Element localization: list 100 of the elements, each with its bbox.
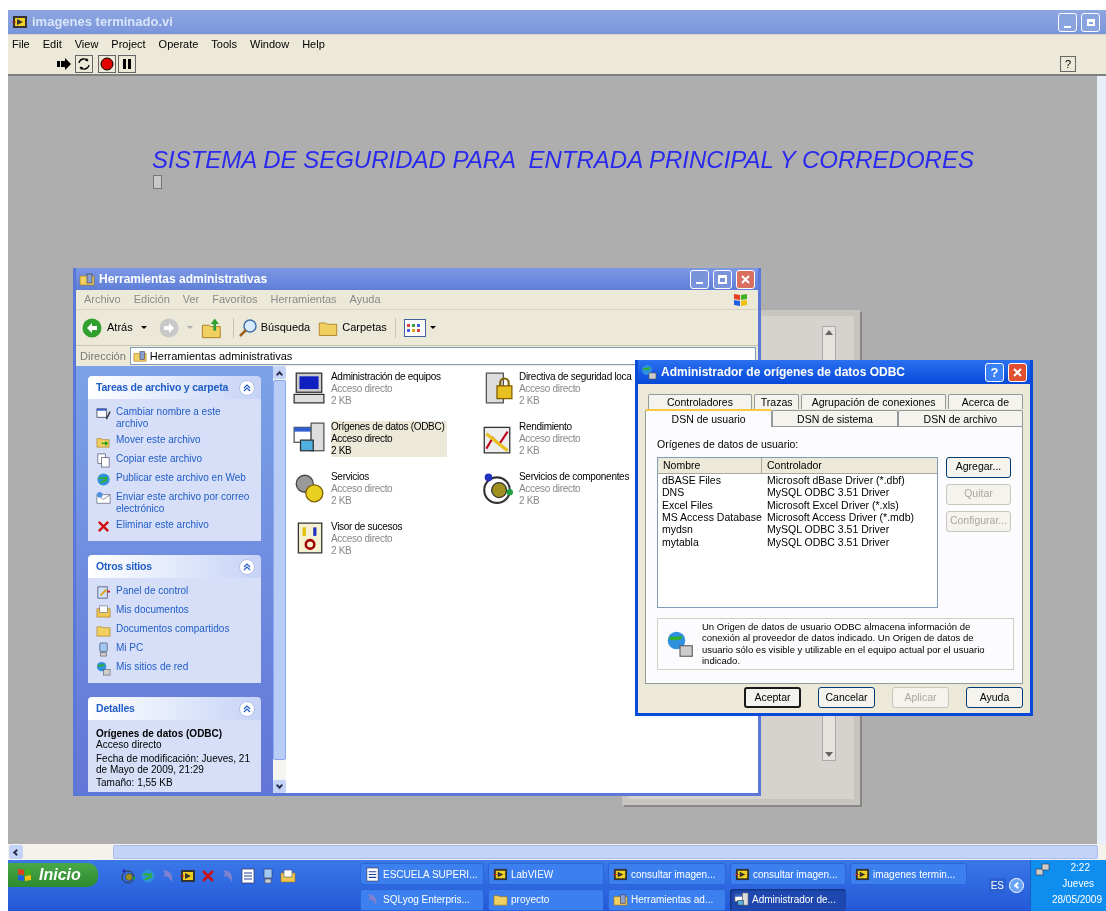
scroll-thumb[interactable]	[113, 845, 1098, 859]
dropdown-icon[interactable]	[140, 326, 147, 329]
address-field[interactable]: Herramientas administrativas	[129, 347, 756, 365]
tab[interactable]: Controladores	[648, 394, 752, 409]
data-source-list[interactable]	[657, 456, 938, 608]
scroll-up-icon[interactable]	[273, 366, 286, 379]
stop-icon[interactable]	[98, 54, 116, 73]
menu-item[interactable]: Help	[302, 35, 325, 53]
task-link[interactable]: Panel de control	[116, 585, 189, 597]
taskbar-button[interactable]: Herramientas ad...	[608, 888, 726, 911]
help-button[interactable]: ?	[985, 362, 1004, 382]
task-link[interactable]: Cambiar nombre a este archivo	[116, 406, 253, 430]
table-cell[interactable]: MS Access Database	[658, 510, 762, 524]
task-link[interactable]: Copiar este archivo	[116, 453, 203, 465]
run-continuous-icon[interactable]	[75, 54, 93, 73]
taskbar-button[interactable]: proyecto	[488, 888, 604, 911]
tab[interactable]: DSN de archivo	[897, 410, 1023, 426]
table-cell[interactable]: Microsoft Excel Driver (*.xls)	[762, 498, 899, 511]
scroll-down-icon[interactable]	[825, 752, 833, 757]
table-cell[interactable]: Microsoft Access Driver (*.mdb)	[762, 510, 915, 524]
table-cell[interactable]: mydsn	[658, 523, 762, 536]
menu-item[interactable]: Window	[250, 35, 290, 53]
folder-up-icon[interactable]	[200, 316, 223, 339]
shortcut-entry[interactable]: Servicios Acceso directo 2 KB	[331, 471, 396, 507]
tab[interactable]: DSN de usuario	[645, 409, 773, 427]
column-header[interactable]: Controlador	[762, 457, 937, 473]
table-cell[interactable]: MySQL ODBC 3.51 Driver	[762, 486, 890, 499]
shortcut-entry[interactable]: Servicios de componentes Acceso directo 2 KB	[519, 471, 633, 507]
maximize-button[interactable]	[713, 269, 732, 289]
close-button[interactable]	[736, 269, 755, 289]
table-cell[interactable]: dBASE Files	[658, 473, 762, 487]
tab[interactable]: Trazas	[753, 394, 800, 409]
shortcut-entry[interactable]: Visor de sucesos Acceso directo 2 KB	[331, 521, 406, 557]
pause-icon[interactable]	[118, 54, 136, 73]
panel-header[interactable]: Detalles	[88, 697, 261, 720]
task-link[interactable]: Publicar este archivo en Web	[116, 472, 246, 484]
dropdown-icon[interactable]	[429, 326, 436, 329]
start-button[interactable]: Inicio	[8, 863, 98, 887]
task-link[interactable]: Mis documentos	[116, 604, 189, 616]
table-cell[interactable]: Excel Files	[658, 498, 762, 511]
tab[interactable]: Acerca de	[947, 394, 1023, 409]
shortcut-entry[interactable]: Administración de equipos Acceso directo 2 KB	[331, 371, 444, 407]
language-indicator[interactable]: ES	[988, 878, 1006, 893]
menu-item[interactable]: Tools	[211, 35, 238, 53]
panel-header[interactable]: Otros sitios	[88, 555, 261, 578]
collapse-icon[interactable]	[239, 558, 255, 575]
task-link[interactable]: Eliminar este archivo	[116, 519, 209, 531]
table-cell[interactable]: MySQL ODBC 3.51 Driver	[762, 535, 890, 549]
menu-item[interactable]: Project	[111, 35, 146, 53]
computer-icon	[260, 868, 276, 884]
folder-icon	[493, 892, 508, 907]
taskbar-button[interactable]: Administrador de...	[730, 888, 846, 911]
scroll-thumb[interactable]	[273, 380, 286, 760]
taskbar-button[interactable]: ESCUELA SUPERI...	[360, 863, 484, 885]
horizontal-scrollbar[interactable]	[8, 844, 1106, 860]
back-button[interactable]: Atrás	[82, 317, 133, 338]
panel-header[interactable]: Tareas de archivo y carpeta	[88, 376, 261, 399]
taskbar-button[interactable]: SQLyog Enterpris...	[360, 888, 484, 911]
scroll-left-icon[interactable]	[9, 845, 23, 859]
table-cell[interactable]: mytabla	[658, 535, 762, 549]
table-cell[interactable]: Microsoft dBase Driver (*.dbf)	[762, 473, 905, 487]
taskbar-button[interactable]: LabVIEW	[488, 863, 604, 885]
item-type: Acceso directo	[331, 433, 394, 445]
detail-modified: Fecha de modificación: Jueves, 21 de Mayo de 2009, 21:29	[96, 753, 251, 775]
close-button[interactable]	[1008, 362, 1027, 382]
dialog-button[interactable]: Cancelar	[818, 687, 875, 708]
task-link[interactable]: Mi PC	[116, 642, 144, 654]
taskbar-button[interactable]: imagenes termin...	[850, 863, 967, 885]
tab[interactable]: Agrupación de conexiones	[801, 394, 946, 409]
search-button[interactable]: Búsqueda	[232, 317, 311, 338]
task-link[interactable]: Mover este archivo	[116, 434, 201, 446]
dialog-button[interactable]: Ayuda	[966, 687, 1023, 708]
column-header[interactable]: Nombre	[658, 457, 762, 473]
collapse-icon[interactable]	[239, 379, 255, 396]
dialog-button[interactable]: Agregar...	[946, 456, 1011, 478]
collapse-icon[interactable]	[239, 700, 255, 717]
taskbar-button[interactable]: consultar imagen...	[730, 863, 846, 885]
shortcut-entry[interactable]: Orígenes de datos (ODBC) Acceso directo 2 KB	[331, 421, 448, 457]
task-link[interactable]: Mis sitios de red	[116, 661, 189, 673]
menu-item[interactable]: Operate	[158, 35, 199, 53]
menu-item[interactable]: File	[12, 35, 30, 53]
help-button[interactable]: ?	[1060, 55, 1076, 72]
shortcut-entry[interactable]: Directiva de seguridad loca Acceso directo 2 KB	[519, 371, 635, 407]
shortcut-entry[interactable]: Rendimiento Acceso directo 2 KB	[519, 421, 584, 457]
menu-item[interactable]: View	[74, 35, 99, 53]
tab[interactable]: DSN de sistema	[772, 410, 898, 426]
chevron-icon[interactable]	[1009, 878, 1024, 893]
minimize-button[interactable]	[690, 269, 709, 289]
task-link[interactable]: Enviar este archivo por correo electrónico	[116, 491, 253, 515]
task-link[interactable]: Documentos compartidos	[116, 623, 230, 635]
menu-item[interactable]: Edit	[42, 35, 62, 53]
vertical-scrollbar[interactable]	[1097, 76, 1106, 844]
scroll-up-icon[interactable]	[825, 330, 833, 335]
taskbar-button[interactable]: consultar imagen...	[608, 863, 726, 885]
views-icon[interactable]	[403, 318, 426, 337]
dialog-button[interactable]: Aceptar	[744, 687, 801, 708]
table-cell[interactable]: MySQL ODBC 3.51 Driver	[762, 523, 890, 536]
scroll-down-icon[interactable]	[273, 780, 286, 793]
table-cell[interactable]: DNS	[658, 486, 762, 499]
folders-button[interactable]: Carpetas	[318, 317, 396, 338]
